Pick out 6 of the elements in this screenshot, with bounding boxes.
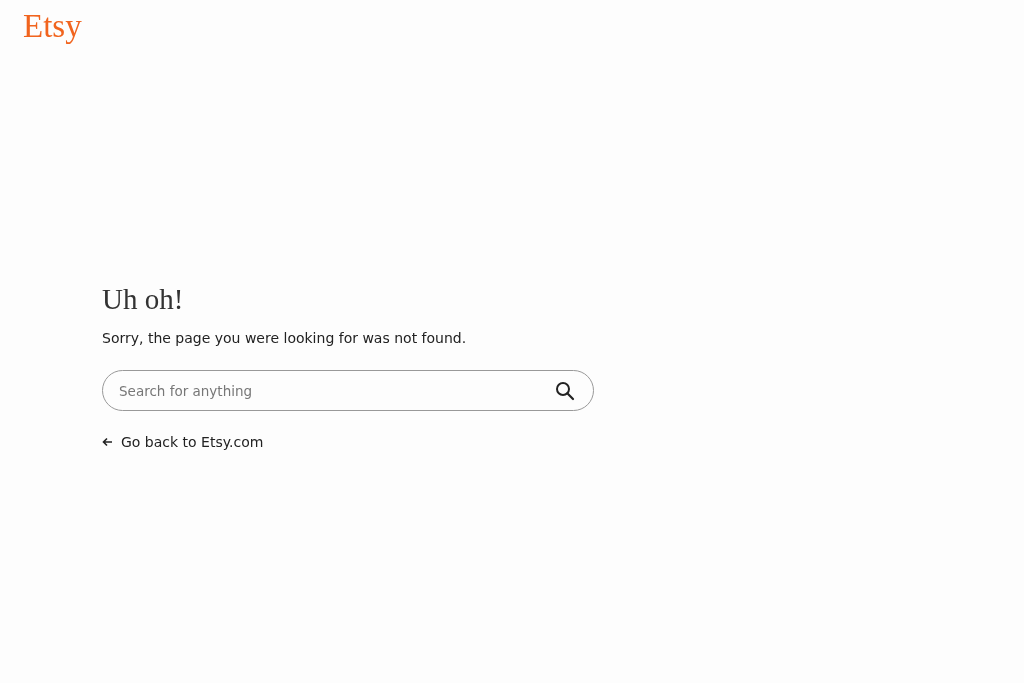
message: Sorry, the page you were looking for was not found. [102,329,468,347]
search-icon[interactable] [555,381,575,401]
heading: Uh oh! [102,282,185,316]
left-arrow-icon [102,437,113,447]
back-link[interactable]: Go back to Etsy.com [102,434,264,450]
search-field[interactable]: Search for anything [102,370,594,411]
